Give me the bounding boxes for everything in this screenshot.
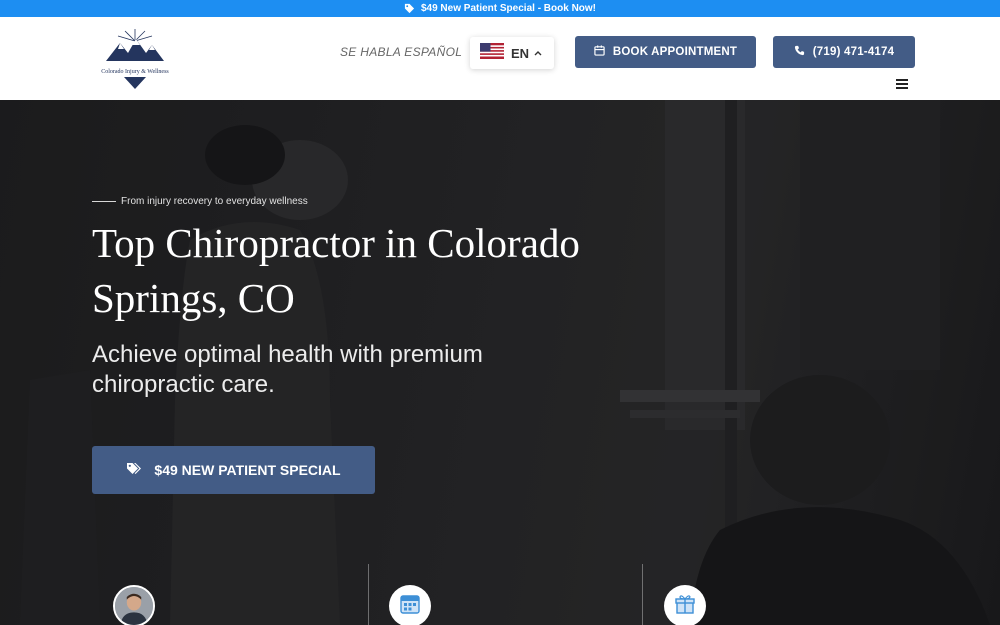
hero-title: Top Chiropractor in Colorado Springs, CO xyxy=(92,220,580,321)
eyebrow-line xyxy=(92,201,116,202)
promo-text[interactable]: $49 New Patient Special - Book Now! xyxy=(421,3,596,14)
eyebrow-text: From injury recovery to everyday wellnes… xyxy=(121,196,308,207)
cta-label: $49 NEW PATIENT SPECIAL xyxy=(154,462,341,478)
promo-bar[interactable]: $49 New Patient Special - Book Now! xyxy=(0,0,1000,17)
hero-subtitle: Achieve optimal health with premium chir… xyxy=(92,341,483,398)
language-code: EN xyxy=(511,45,530,61)
feature-divider xyxy=(368,564,369,625)
calendar-icon xyxy=(398,592,422,621)
doctor-avatar xyxy=(113,585,155,625)
tags-icon xyxy=(126,462,142,478)
phone-icon xyxy=(794,45,805,59)
mountain-logo xyxy=(106,29,164,89)
site-header: Colorado Injury & Wellness SE HABLA ESPA… xyxy=(0,17,1000,100)
hamburger-icon[interactable] xyxy=(896,79,908,89)
phone-button[interactable]: (719) 471-4174 xyxy=(773,36,915,68)
calendar-icon xyxy=(594,45,605,59)
language-selector[interactable]: EN xyxy=(470,37,554,69)
phone-label: (719) 471-4174 xyxy=(812,46,895,58)
feature-gift-circle xyxy=(664,585,706,625)
hero-section: From injury recovery to everyday wellnes… xyxy=(0,100,1000,625)
hero-eyebrow: From injury recovery to everyday wellnes… xyxy=(92,196,308,207)
new-patient-special-button[interactable]: $49 NEW PATIENT SPECIAL xyxy=(92,446,375,494)
book-appointment-button[interactable]: BOOK APPOINTMENT xyxy=(575,36,756,68)
gift-icon xyxy=(673,592,697,621)
chevron-up-icon xyxy=(534,48,542,58)
us-flag-icon xyxy=(480,42,504,64)
feature-divider xyxy=(642,564,643,625)
tag-icon xyxy=(404,3,415,14)
logo-text: Colorado Injury & Wellness xyxy=(101,69,169,75)
habla-espanol-text: SE HABLA ESPAÑOL xyxy=(340,45,463,59)
book-appointment-label: BOOK APPOINTMENT xyxy=(612,46,738,58)
site-logo[interactable]: Colorado Injury & Wellness xyxy=(92,27,178,91)
feature-calendar-circle xyxy=(389,585,431,625)
